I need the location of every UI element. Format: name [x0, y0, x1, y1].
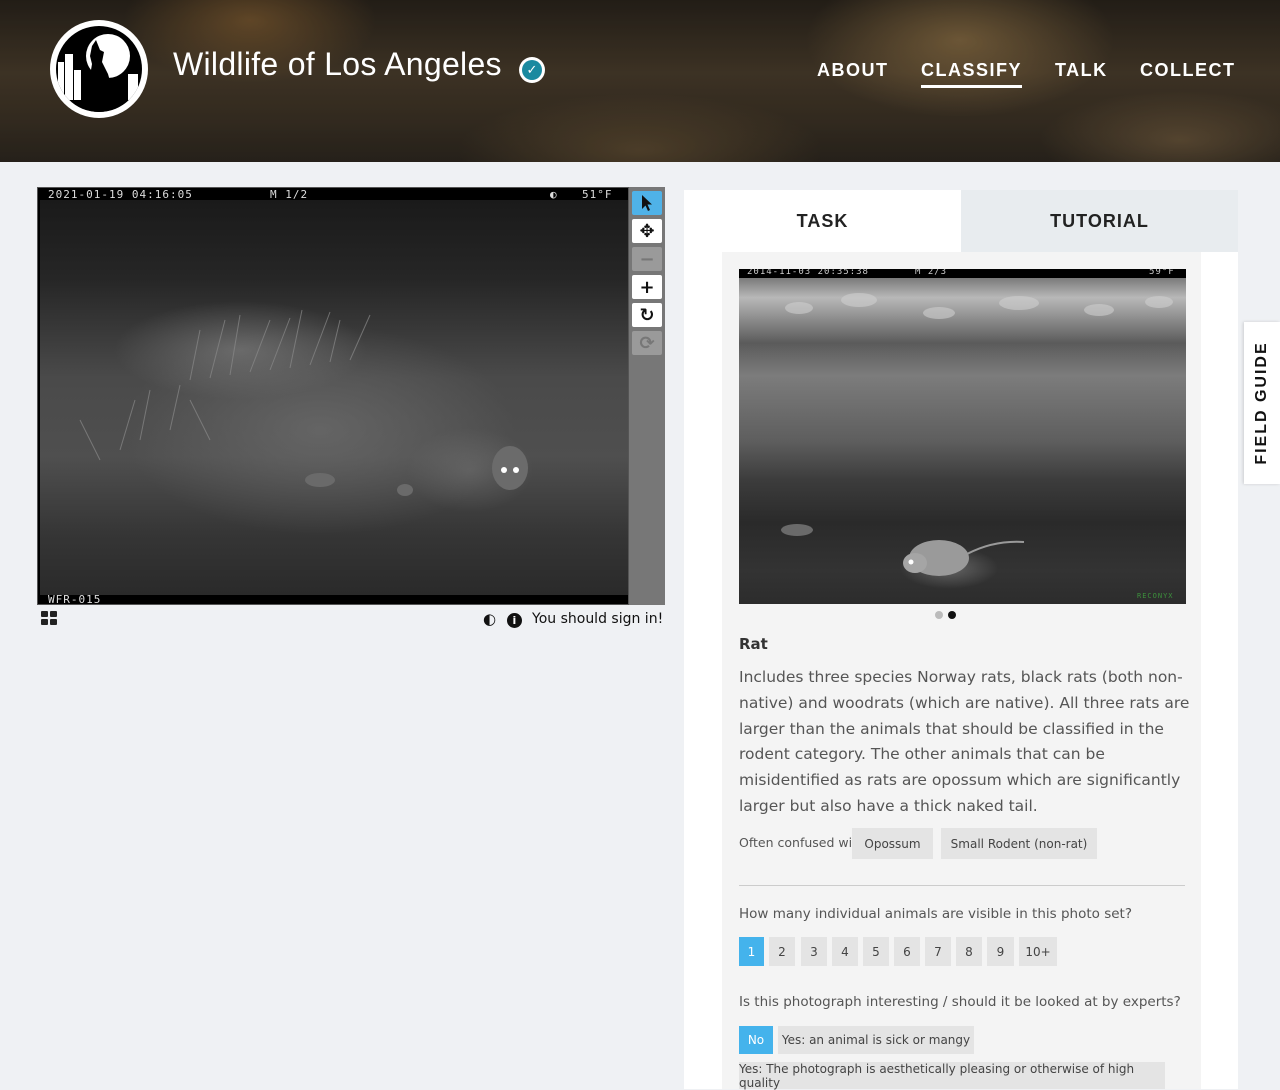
- viewer-footer-icons: ◐ i: [483, 610, 522, 628]
- confused-label: Often confused with: [739, 835, 865, 850]
- sign-in-notice: You should sign in!: [532, 611, 664, 627]
- count-option-9[interactable]: 9: [987, 937, 1014, 966]
- viewer-timestamp: 2021-01-19 04:16:05: [48, 188, 193, 201]
- viewer-camera-id: WFR-015: [48, 593, 102, 606]
- count-option-1[interactable]: 1: [739, 937, 764, 966]
- species-name: Rat: [739, 635, 768, 653]
- viewer-temperature: 51°F: [582, 188, 613, 201]
- verified-badge-icon: ✓: [519, 57, 545, 83]
- rotate-icon[interactable]: ↻: [632, 303, 662, 327]
- count-option-8[interactable]: 8: [956, 937, 982, 966]
- species-info-card: 2014-11-03 20:35:38 M 2/3 59°F RECONYX R…: [722, 252, 1201, 1090]
- grid-view-icon[interactable]: [41, 611, 59, 627]
- count-option-2[interactable]: 2: [769, 937, 795, 966]
- count-question: How many individual animals are visible …: [739, 906, 1133, 922]
- viewer-frame: M 1/2: [270, 188, 309, 201]
- reset-icon[interactable]: ⟳: [632, 331, 662, 355]
- site-logo[interactable]: [50, 20, 148, 118]
- count-option-5[interactable]: 5: [863, 937, 889, 966]
- viewer-moon-phase-icon: ◐: [550, 188, 558, 201]
- info-icon[interactable]: i: [506, 613, 522, 628]
- example-frame: M 2/3: [915, 269, 948, 277]
- interesting-question: Is this photograph interesting / should …: [739, 994, 1181, 1010]
- interesting-option-sick[interactable]: Yes: an animal is sick or mangy: [778, 1026, 974, 1054]
- subject-viewer[interactable]: 2021-01-19 04:16:05 M 1/2 ◐ 51°F WFR-015: [37, 187, 629, 606]
- viewer-toolbar: ✥ − + ↻ ⟳: [629, 187, 665, 605]
- carousel-dot-active[interactable]: [948, 611, 956, 619]
- example-timestamp: 2014-11-03 20:35:38: [747, 269, 869, 277]
- count-option-3[interactable]: 3: [801, 937, 827, 966]
- tab-tutorial[interactable]: TUTORIAL: [961, 190, 1238, 252]
- confused-with-opossum[interactable]: Opossum: [852, 828, 933, 859]
- interesting-option-no[interactable]: No: [739, 1026, 773, 1054]
- species-description: Includes three species Norway rats, blac…: [739, 668, 1190, 815]
- nav-classify[interactable]: CLASSIFY: [921, 60, 1023, 88]
- nav-collect[interactable]: COLLECT: [1140, 60, 1236, 81]
- species-example-image[interactable]: 2014-11-03 20:35:38 M 2/3 59°F RECONYX: [739, 269, 1186, 604]
- nav-about[interactable]: ABOUT: [817, 60, 889, 81]
- site-title[interactable]: Wildlife of Los Angeles: [173, 46, 502, 83]
- example-temperature: 59°F: [1149, 269, 1175, 277]
- divider: [739, 885, 1185, 886]
- image-carousel-dots: [935, 604, 961, 623]
- field-guide-tab[interactable]: FIELD GUIDE: [1244, 322, 1280, 484]
- example-brand-logo: RECONYX: [1137, 592, 1174, 600]
- move-icon[interactable]: ✥: [632, 219, 662, 243]
- contrast-icon[interactable]: ◐: [483, 610, 496, 628]
- interesting-option-aesthetic[interactable]: Yes: The photograph is aesthetically ple…: [739, 1062, 1165, 1090]
- field-guide-label: FIELD GUIDE: [1253, 341, 1270, 465]
- zoom-in-icon[interactable]: +: [632, 275, 662, 299]
- confused-with-small-rodent[interactable]: Small Rodent (non-rat): [941, 828, 1097, 859]
- rat-photo: [739, 278, 1186, 604]
- zoom-out-icon[interactable]: −: [632, 247, 662, 271]
- task-panel: TASK TUTORIAL 2014-11-03 20:35:38 M 2/3 …: [684, 190, 1238, 1090]
- count-option-6[interactable]: 6: [894, 937, 920, 966]
- coyote-logo-icon: [56, 26, 142, 112]
- carousel-dot[interactable]: [935, 611, 943, 619]
- count-option-10-plus[interactable]: 10+: [1019, 937, 1057, 966]
- pointer-icon[interactable]: [632, 191, 662, 215]
- subject-image[interactable]: [40, 200, 628, 595]
- nav-talk[interactable]: TALK: [1055, 60, 1108, 81]
- tab-task[interactable]: TASK: [684, 190, 961, 252]
- count-option-7[interactable]: 7: [925, 937, 951, 966]
- count-option-4[interactable]: 4: [832, 937, 858, 966]
